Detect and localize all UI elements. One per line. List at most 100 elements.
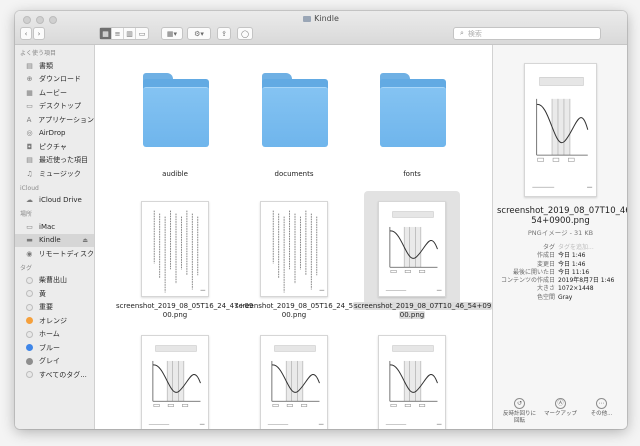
sidebar-item[interactable]: ♫ ミュージック [15, 167, 94, 181]
forward-button[interactable]: › [33, 27, 45, 40]
file-name-line1: screenshot_2019_08_07T10_46_54+09 [353, 302, 493, 310]
preview-metadata: タグ タグを追加... 作成日 今日 1:46 変更日 今日 1:46 最後に開いた日 今日 … [493, 244, 627, 302]
tag-dot-icon [26, 290, 33, 298]
sidebar-item[interactable]: ▬ Kindle ⏏ [15, 233, 94, 247]
sidebar-tag-item[interactable]: オレンジ [15, 314, 94, 328]
file-thumbnail[interactable] [378, 335, 446, 429]
film-icon: ▦ [26, 88, 33, 97]
file-name[interactable]: screenshot_2019_08_05T16_24_53+09 00.png [235, 302, 372, 320]
sidebar-item-label: ピクチャ [39, 142, 67, 151]
preview-action-label: マークアップ [543, 411, 577, 417]
icon-view-icon[interactable]: ▦ [100, 28, 112, 39]
markup-icon: Ⓐ [555, 398, 566, 409]
file-name-line2: 00.png [162, 311, 188, 319]
sidebar-tag-label: ブルー [39, 343, 60, 352]
share-button[interactable]: ⇪ [217, 27, 231, 40]
file-grid: audible documents fonts screenshot_2019_08_… [96, 45, 493, 429]
sidebar-item-label: AirDrop [39, 129, 66, 138]
imac-icon: ▭ [26, 222, 33, 231]
action-button[interactable]: ⚙▾ [187, 27, 211, 40]
metadata-row: 大きさ 1072×1448 [493, 285, 627, 293]
sidebar-tag-item[interactable]: 黄 [15, 287, 94, 301]
icloud-header: iCloud [20, 184, 39, 192]
file-name-line2: 00.png [281, 311, 307, 319]
folder-name[interactable]: audible [116, 170, 234, 178]
file-thumbnail[interactable] [141, 335, 209, 429]
music-icon: ♫ [26, 169, 33, 178]
tags-header: タグ [20, 264, 33, 272]
list-view-icon[interactable]: ≡ [112, 28, 124, 39]
search-placeholder: 検索 [467, 29, 482, 38]
metadata-key: 変更日 [536, 260, 555, 268]
sidebar-tag-item[interactable]: ブルー [15, 341, 94, 355]
gallery-view-icon[interactable]: ▭ [136, 28, 148, 39]
preview-actions: ↺ 反時計回りに 回転 Ⓐ マークアップ ⋯ その他... [493, 398, 627, 425]
desktop-icon: ▭ [26, 102, 33, 111]
metadata-value: 今日 1:46 [558, 252, 586, 260]
sidebar-item[interactable]: ☁ iCloud Drive [15, 194, 94, 208]
folder-icon[interactable] [143, 73, 209, 147]
folder-icon[interactable] [262, 73, 328, 147]
file-thumbnail[interactable] [260, 335, 328, 429]
remote-disc-icon: ◉ [26, 249, 33, 258]
sidebar-item[interactable]: ◘ ピクチャ [15, 140, 94, 154]
sidebar-tag-item[interactable]: すべてのタグ... [15, 368, 94, 382]
tag-dot-icon [26, 303, 33, 311]
sidebar-item-label: ムービー [39, 88, 67, 97]
sidebar-item[interactable]: ▦ ムービー [15, 86, 94, 100]
preview-image[interactable] [524, 63, 597, 197]
preview-filename: screenshot_2019_08_07T10_46_ 54+0900.png [497, 206, 627, 226]
sidebar-tag-item[interactable]: グレイ [15, 355, 94, 369]
metadata-value: 今日 11:16 [558, 268, 590, 276]
sidebar-item-label: 書類 [39, 61, 53, 70]
metadata-key: 大きさ [536, 285, 555, 293]
sidebar-item[interactable]: ▤ 書類 [15, 59, 94, 73]
eject-icon[interactable]: ⏏ [82, 237, 88, 244]
edit-tags-button[interactable]: ◯ [237, 27, 253, 40]
airdrop-icon: ◎ [26, 129, 33, 138]
sidebar-tag-label: グレイ [39, 357, 60, 366]
sidebar: よく使う項目 ▤ 書類 ⊕ ダウンロード ▦ ムービー ▭ デスクトップ A アプリケーション ◎ A… [15, 45, 95, 429]
metadata-key: 最後に開いた日 [512, 268, 555, 276]
sidebar-item-label: ダウンロード [39, 75, 81, 84]
column-view-icon[interactable]: ▥ [124, 28, 136, 39]
preview-kind: PNGイメージ - 31 KB [527, 229, 594, 237]
drive-icon [303, 16, 312, 22]
folder-name[interactable]: fonts [353, 170, 471, 178]
file-name[interactable]: screenshot_2019_08_07T10_46_54+09 00.png [353, 302, 493, 320]
drive-icon: ▬ [26, 236, 33, 245]
file-thumbnail[interactable] [260, 201, 328, 297]
sidebar-item[interactable]: A アプリケーション [15, 113, 94, 127]
share-icon: ⇪ [221, 29, 227, 38]
preview-action-button[interactable]: ↺ 反時計回りに 回転 [500, 398, 540, 425]
metadata-key: 作成日 [536, 252, 555, 260]
search-icon: ⌕ [460, 29, 464, 37]
tag-dot-icon [26, 344, 33, 352]
sidebar-tag-label: ホーム [39, 330, 60, 339]
sidebar-item[interactable]: ▭ デスクトップ [15, 100, 94, 114]
sidebar-tag-item[interactable]: 柴曹出山 [15, 274, 94, 288]
sidebar-item[interactable]: ▭ iMac [15, 220, 94, 234]
view-mode-control[interactable]: ▦ ≡ ▥ ▭ [99, 27, 149, 40]
file-thumbnail[interactable] [141, 201, 209, 297]
folder-name[interactable]: documents [235, 170, 353, 178]
file-name[interactable]: screenshot_2019_08_05T16_24_47+09 00.png [116, 302, 253, 320]
folder-icon[interactable] [380, 73, 446, 147]
back-button[interactable]: ‹ [20, 27, 32, 40]
search-field[interactable]: ⌕ 検索 [453, 27, 601, 40]
sidebar-tag-item[interactable]: ホーム [15, 328, 94, 342]
sidebar-tag-item[interactable]: 重要 [15, 301, 94, 315]
sidebar-item[interactable]: ▤ 最近使った項目 [15, 154, 94, 168]
group-button[interactable]: ▦▾ [161, 27, 183, 40]
preview-filename-line2: 54+0900.png [531, 216, 590, 226]
file-thumbnail[interactable] [378, 201, 446, 297]
preview-action-button[interactable]: ⋯ その他... [582, 398, 622, 425]
sidebar-item[interactable]: ◉ リモートディスク [15, 247, 94, 261]
preview-action-label: 反時計回りに 回転 [502, 411, 536, 424]
metadata-row: 作成日 今日 1:46 [493, 252, 627, 260]
sidebar-item-label: アプリケーション [38, 115, 94, 124]
preview-action-button[interactable]: Ⓐ マークアップ [541, 398, 581, 425]
tag-dot-icon [26, 276, 33, 284]
sidebar-item[interactable]: ⊕ ダウンロード [15, 73, 94, 87]
sidebar-item[interactable]: ◎ AirDrop [15, 127, 94, 141]
